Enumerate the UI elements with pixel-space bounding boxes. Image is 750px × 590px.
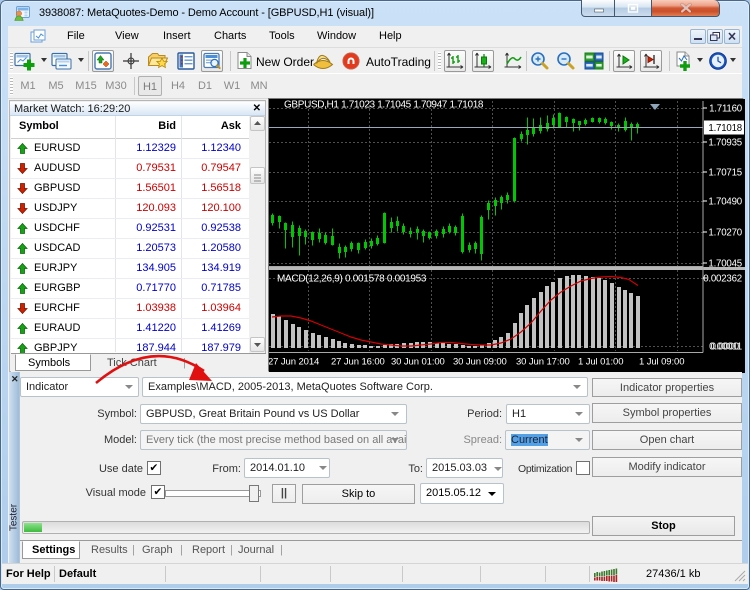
svg-text:30 Jun 01:00: 30 Jun 01:00 [391,357,445,368]
svg-text:1 Jul 01:00: 1 Jul 01:00 [578,357,623,368]
svg-text:1.70490: 1.70490 [708,197,742,208]
svg-text:1.70935: 1.70935 [708,138,742,149]
svg-text:0.002362: 0.002362 [703,274,742,285]
svg-text:1 Jul 09:00: 1 Jul 09:00 [639,357,684,368]
svg-text:1.70270: 1.70270 [708,228,742,239]
svg-text:1.70715: 1.70715 [708,168,742,179]
svg-text:GBPUSD,H1 1.71023 1.71045 1.7: GBPUSD,H1 1.71023 1.71045 1.70947 1.7101… [284,100,484,111]
svg-text:MACD(12,26,9) 0.001578 0.00195: MACD(12,26,9) 0.001578 0.001953 [277,274,427,285]
svg-text:1.71160: 1.71160 [709,104,743,115]
svg-text:27 Jun 16:00: 27 Jun 16:00 [331,357,385,368]
svg-text:1.71018: 1.71018 [708,123,742,134]
svg-text:27 Jun 2014: 27 Jun 2014 [269,357,319,368]
svg-text:1.70045: 1.70045 [708,259,742,270]
svg-text:0.0000: 0.0000 [711,342,740,353]
svg-text:30 Jun 09:00: 30 Jun 09:00 [453,357,507,368]
svg-text:30 Jun 17:00: 30 Jun 17:00 [516,357,570,368]
